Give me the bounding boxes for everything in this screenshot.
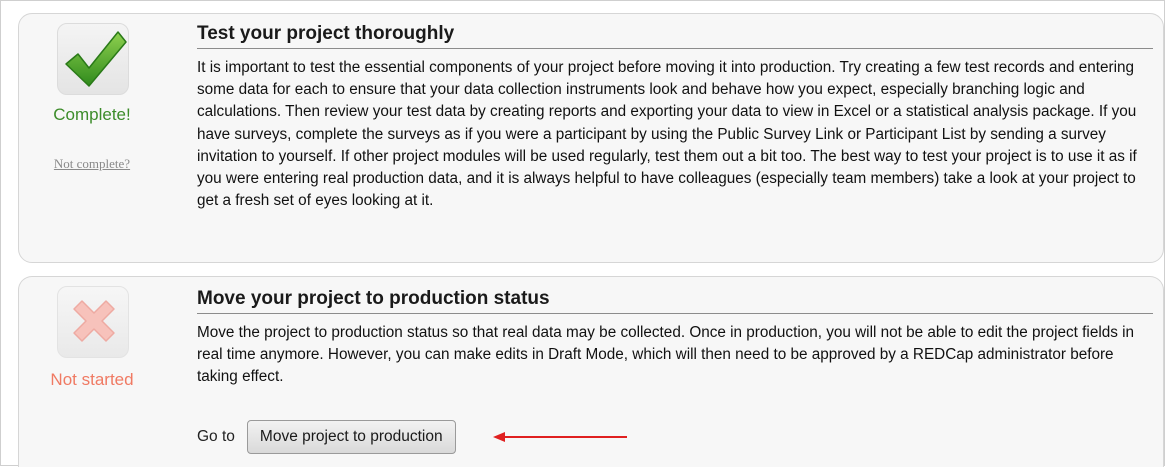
- x-mark-icon: [57, 286, 129, 358]
- move-to-production-button[interactable]: Move project to production: [246, 420, 456, 454]
- goto-row: Go to Move project to production: [197, 420, 456, 454]
- checklist-panel: Complete! Not complete? Test your projec…: [0, 0, 1165, 467]
- step-description: Move the project to production status so…: [197, 324, 1135, 386]
- status-not-started-label: Not started: [50, 370, 134, 389]
- step-description: It is important to test the essential co…: [197, 59, 1137, 210]
- step-card-test-project: Complete! Not complete? Test your projec…: [18, 13, 1164, 263]
- goto-label: Go to: [197, 428, 235, 445]
- step-title: Test your project thoroughly: [197, 23, 1153, 49]
- step-content: Test your project thoroughly It is impor…: [197, 23, 1153, 212]
- arrow-left-icon: [491, 429, 631, 450]
- status-complete-label: Complete!: [53, 105, 131, 124]
- mark-not-complete-link[interactable]: Not complete?: [19, 156, 165, 172]
- step-title: Move your project to production status: [197, 288, 1153, 314]
- checkmark-icon: [57, 23, 129, 95]
- step-content: Move your project to production status M…: [197, 288, 1153, 389]
